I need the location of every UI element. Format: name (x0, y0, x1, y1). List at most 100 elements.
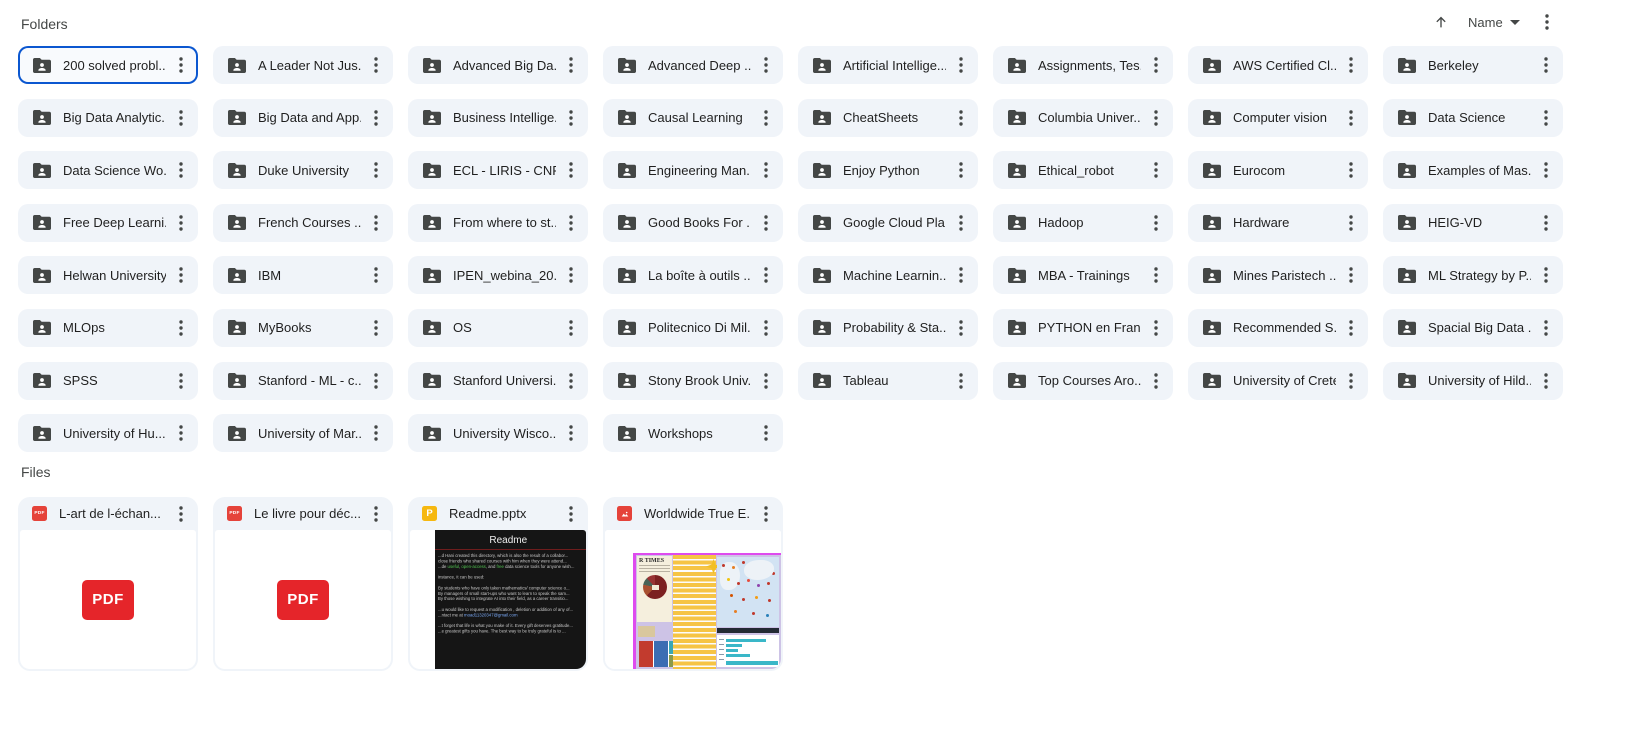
folder-card[interactable]: French Courses ... (213, 203, 393, 242)
folder-more-button[interactable] (1533, 368, 1559, 394)
folder-more-button[interactable] (753, 52, 779, 78)
folder-card[interactable]: University of Mar... (213, 414, 393, 453)
folder-more-button[interactable] (1143, 52, 1169, 78)
folder-more-button[interactable] (168, 210, 194, 236)
folder-more-button[interactable] (558, 368, 584, 394)
folder-card[interactable]: SPSS (18, 361, 198, 400)
folder-more-button[interactable] (948, 368, 974, 394)
folder-more-button[interactable] (363, 105, 389, 131)
folder-card[interactable]: Good Books For ... (603, 203, 783, 242)
folder-card[interactable]: Artificial Intellige... (798, 46, 978, 84)
folder-card[interactable]: PYTHON en Fran... (993, 308, 1173, 347)
folder-more-button[interactable] (168, 105, 194, 131)
file-card[interactable]: P Readme.pptx Readme ...d Hani created t… (408, 497, 588, 671)
file-more-button[interactable] (558, 501, 584, 527)
folder-card[interactable]: University Wisco... (408, 414, 588, 453)
folder-more-button[interactable] (753, 105, 779, 131)
folder-card[interactable]: A Leader Not Jus... (213, 46, 393, 84)
file-more-button[interactable] (753, 501, 779, 527)
folder-more-button[interactable] (168, 157, 194, 183)
folder-more-button[interactable] (1338, 262, 1364, 288)
file-card[interactable]: PDF Le livre pour déc... PDF (213, 497, 393, 671)
folder-card[interactable]: University of Hild... (1383, 361, 1563, 400)
folder-more-button[interactable] (1338, 52, 1364, 78)
folder-card[interactable]: La boîte à outils ... (603, 256, 783, 295)
folder-card[interactable]: Big Data and App... (213, 98, 393, 137)
folder-card[interactable]: CheatSheets (798, 98, 978, 137)
toolbar-more-button[interactable] (1532, 7, 1562, 37)
folder-more-button[interactable] (363, 210, 389, 236)
folder-card[interactable]: OS (408, 308, 588, 347)
folder-card[interactable]: Tableau (798, 361, 978, 400)
folder-more-button[interactable] (1143, 105, 1169, 131)
folder-card[interactable]: Eurocom (1188, 151, 1368, 190)
folder-more-button[interactable] (1533, 315, 1559, 341)
folder-more-button[interactable] (363, 52, 389, 78)
folder-card[interactable]: Enjoy Python (798, 151, 978, 190)
folder-more-button[interactable] (948, 262, 974, 288)
folder-card[interactable]: Google Cloud Pla... (798, 203, 978, 242)
folder-card[interactable]: MyBooks (213, 308, 393, 347)
folder-more-button[interactable] (1338, 368, 1364, 394)
folder-more-button[interactable] (558, 157, 584, 183)
folder-card[interactable]: Stanford Universi... (408, 361, 588, 400)
folder-more-button[interactable] (558, 315, 584, 341)
folder-more-button[interactable] (1533, 157, 1559, 183)
folder-more-button[interactable] (558, 420, 584, 446)
folder-more-button[interactable] (753, 315, 779, 341)
folder-more-button[interactable] (363, 157, 389, 183)
folder-card[interactable]: Berkeley (1383, 46, 1563, 84)
folder-card[interactable]: Engineering Man... (603, 151, 783, 190)
folder-card[interactable]: Advanced Deep ... (603, 46, 783, 84)
folder-more-button[interactable] (558, 105, 584, 131)
folder-card[interactable]: Advanced Big Da... (408, 46, 588, 84)
folder-more-button[interactable] (558, 210, 584, 236)
folder-more-button[interactable] (363, 262, 389, 288)
file-more-button[interactable] (363, 501, 389, 527)
folder-card[interactable]: ML Strategy by P... (1383, 256, 1563, 295)
folder-more-button[interactable] (558, 262, 584, 288)
folder-card[interactable]: Data Science Wo... (18, 151, 198, 190)
folder-card[interactable]: Free Deep Learni... (18, 203, 198, 242)
folder-card[interactable]: Computer vision (1188, 98, 1368, 137)
sort-menu-button[interactable]: Name (1462, 11, 1526, 34)
folder-more-button[interactable] (948, 52, 974, 78)
folder-more-button[interactable] (1143, 315, 1169, 341)
folder-more-button[interactable] (168, 52, 194, 78)
folder-more-button[interactable] (168, 368, 194, 394)
folder-card[interactable]: AWS Certified Cl... (1188, 46, 1368, 84)
folder-card[interactable]: Politecnico Di Mil... (603, 308, 783, 347)
folder-card[interactable]: Duke University (213, 151, 393, 190)
folder-card[interactable]: Assignments, Tes... (993, 46, 1173, 84)
folder-card[interactable]: Stanford - ML - c... (213, 361, 393, 400)
folder-more-button[interactable] (1533, 52, 1559, 78)
folder-card[interactable]: Spacial Big Data ... (1383, 308, 1563, 347)
folder-more-button[interactable] (1143, 210, 1169, 236)
folder-card[interactable]: From where to st... (408, 203, 588, 242)
folder-more-button[interactable] (1143, 157, 1169, 183)
folder-more-button[interactable] (1338, 210, 1364, 236)
file-more-button[interactable] (168, 501, 194, 527)
folder-card[interactable]: Helwan University (18, 256, 198, 295)
folder-more-button[interactable] (753, 368, 779, 394)
sort-direction-button[interactable] (1426, 7, 1456, 37)
folder-more-button[interactable] (753, 262, 779, 288)
folder-more-button[interactable] (363, 368, 389, 394)
folder-more-button[interactable] (168, 315, 194, 341)
folder-more-button[interactable] (558, 52, 584, 78)
folder-card[interactable]: IPEN_webina_20... (408, 256, 588, 295)
folder-more-button[interactable] (1533, 105, 1559, 131)
folder-card[interactable]: Big Data Analytic... (18, 98, 198, 137)
folder-more-button[interactable] (1338, 105, 1364, 131)
folder-card[interactable]: Causal Learning (603, 98, 783, 137)
folder-more-button[interactable] (363, 315, 389, 341)
folder-more-button[interactable] (753, 420, 779, 446)
folder-more-button[interactable] (1143, 368, 1169, 394)
folder-more-button[interactable] (1533, 210, 1559, 236)
folder-card[interactable]: 200 solved probl... (18, 46, 198, 84)
folder-card[interactable]: HEIG-VD (1383, 203, 1563, 242)
folder-card[interactable]: Ethical_robot (993, 151, 1173, 190)
folder-more-button[interactable] (948, 105, 974, 131)
folder-card[interactable]: MLOps (18, 308, 198, 347)
folder-card[interactable]: Top Courses Aro... (993, 361, 1173, 400)
